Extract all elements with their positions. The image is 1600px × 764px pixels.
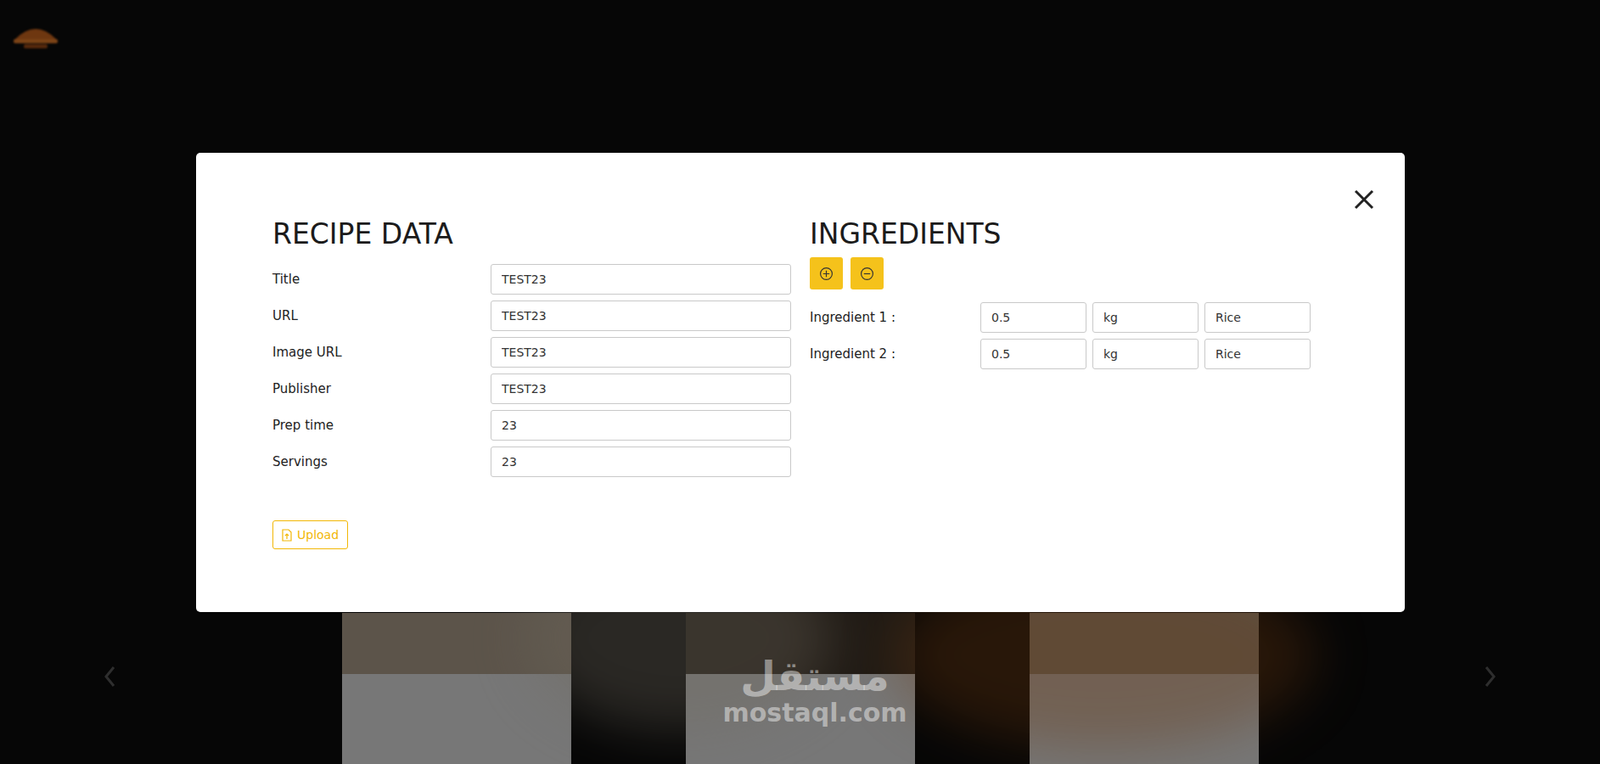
- form-row: Image URL: [272, 336, 792, 368]
- recipe-modal: RECIPE DATA Title URL Image URL Publishe…: [196, 152, 1405, 612]
- ingredient-row: Ingredient 2 :: [809, 338, 1337, 370]
- field-label: URL: [272, 308, 491, 324]
- form-row: Title: [272, 263, 792, 295]
- text-input[interactable]: [490, 263, 792, 295]
- ingredients-section: INGREDIENTS Ingredient 1 : Ingredient 2 …: [809, 216, 1337, 550]
- text-input[interactable]: [490, 336, 792, 368]
- watermark-latin: mostaql.com: [722, 698, 907, 727]
- page: RECIPE DATA Title URL Image URL Publishe…: [0, 0, 1600, 764]
- ingredient-rows: Ingredient 1 : Ingredient 2 :: [809, 302, 1337, 370]
- text-input[interactable]: [490, 409, 792, 441]
- text-input[interactable]: [490, 446, 792, 478]
- ingredient-label: Ingredient 1 :: [809, 309, 975, 326]
- remove-ingredient-button[interactable]: [850, 257, 884, 290]
- ingredient-tools: [809, 257, 1337, 290]
- plus-circle-icon: [819, 266, 834, 281]
- description-input[interactable]: [1204, 338, 1311, 370]
- description-input[interactable]: [1204, 302, 1311, 333]
- section-heading: INGREDIENTS: [809, 216, 1337, 252]
- text-input[interactable]: [490, 300, 792, 332]
- quantity-input[interactable]: [980, 302, 1087, 333]
- unit-input[interactable]: [1092, 338, 1199, 370]
- upload-button[interactable]: Upload: [272, 520, 349, 550]
- unit-input[interactable]: [1092, 302, 1199, 333]
- watermark: مستقل mostaql.com: [729, 653, 900, 727]
- watermark-arabic: مستقل: [740, 653, 890, 699]
- form-row: URL: [272, 300, 792, 332]
- form-row: Servings: [272, 446, 792, 478]
- ingredient-row: Ingredient 1 :: [809, 302, 1337, 333]
- field-label: Prep time: [272, 417, 491, 433]
- field-list: Title URL Image URL Publisher Prep time …: [272, 263, 792, 478]
- field-label: Image URL: [272, 344, 491, 360]
- recipe-data-section: RECIPE DATA Title URL Image URL Publishe…: [272, 216, 792, 550]
- form-row: Prep time: [272, 409, 792, 441]
- field-label: Servings: [272, 454, 491, 470]
- ingredient-list[interactable]: Ingredient 1 : Ingredient 2 :: [809, 302, 1337, 521]
- minus-circle-icon: [859, 266, 875, 281]
- close-button[interactable]: [1351, 186, 1377, 213]
- close-icon: [1352, 188, 1376, 211]
- modal-body: RECIPE DATA Title URL Image URL Publishe…: [272, 216, 1329, 550]
- field-label: Publisher: [272, 381, 491, 397]
- section-heading: RECIPE DATA: [272, 216, 792, 252]
- quantity-input[interactable]: [980, 338, 1087, 370]
- ingredient-label: Ingredient 2 :: [809, 346, 975, 362]
- add-ingredient-button[interactable]: [809, 257, 843, 290]
- text-input[interactable]: [490, 373, 792, 405]
- file-upload-icon: [281, 528, 292, 542]
- field-label: Title: [272, 271, 491, 287]
- form-row: Publisher: [272, 373, 792, 405]
- upload-label: Upload: [297, 527, 339, 542]
